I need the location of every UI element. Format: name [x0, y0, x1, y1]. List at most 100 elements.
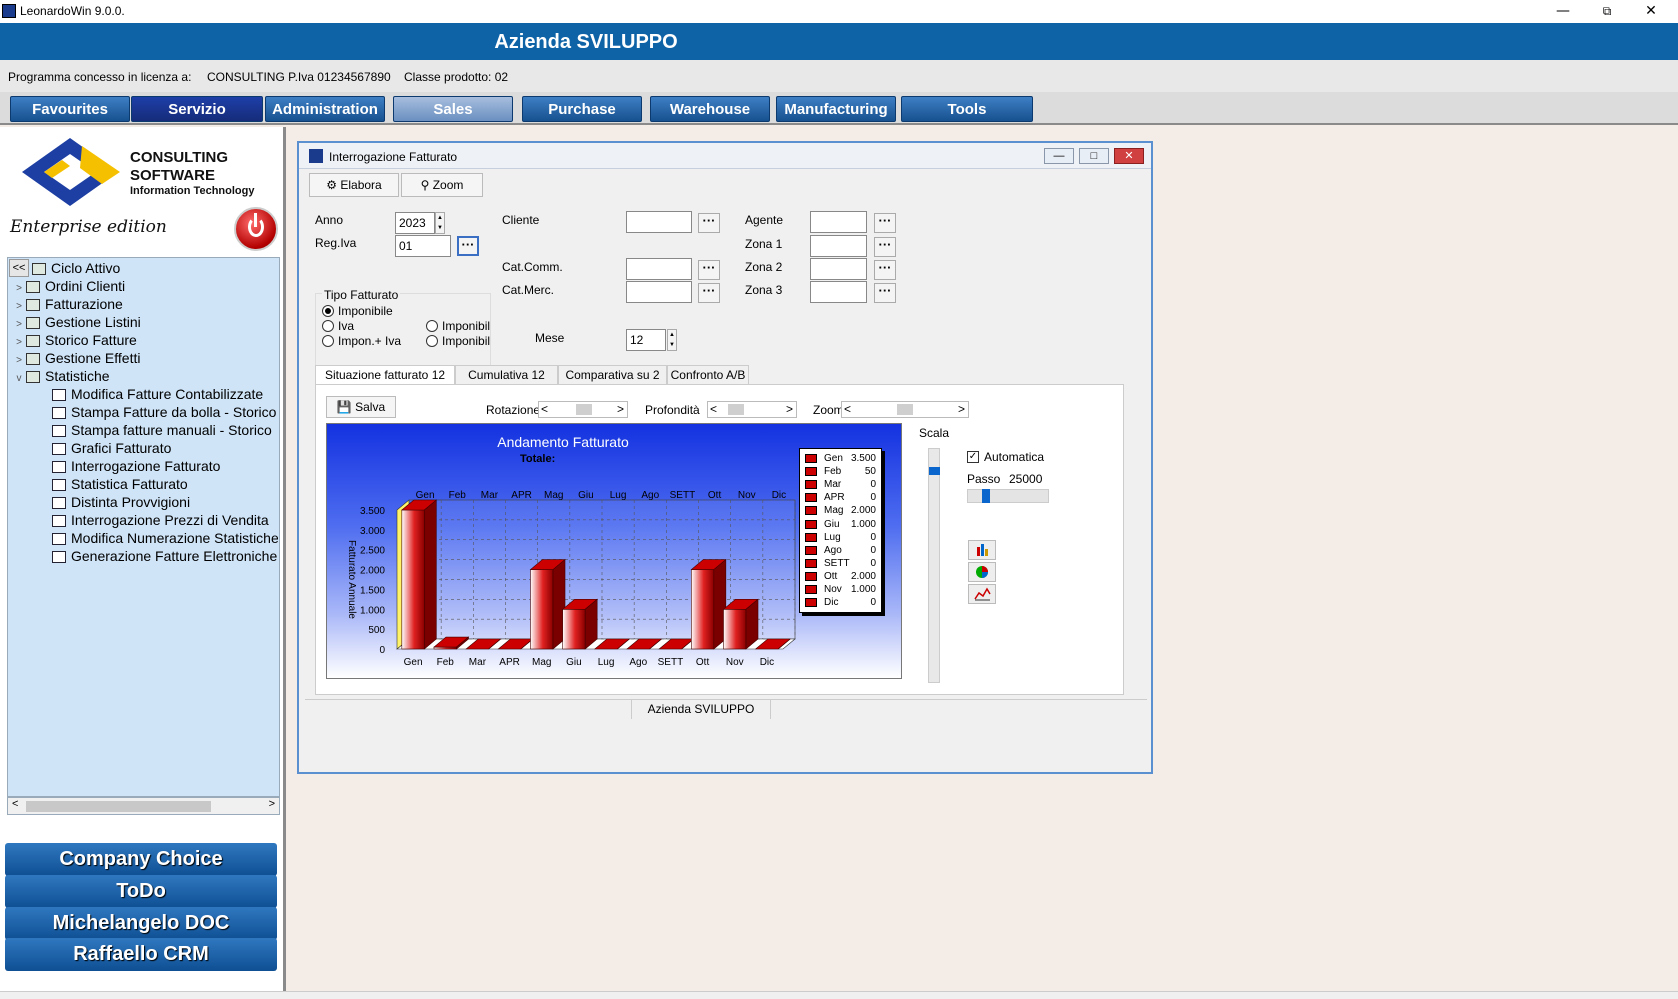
menu-purchase[interactable]: Purchase: [522, 96, 642, 122]
anno-field[interactable]: 2023: [395, 212, 435, 234]
tab-comparativa[interactable]: Comparativa su 2 anni: [558, 365, 667, 400]
agente-lookup-button[interactable]: ···: [874, 213, 896, 233]
radio-imponibile[interactable]: [322, 305, 334, 317]
zoom-thumb[interactable]: [897, 404, 913, 415]
rotazione-slider[interactable]: < >: [538, 401, 628, 418]
tree-node-ciclo-attivo[interactable]: Ciclo Attivo: [12, 259, 278, 277]
menu-sales[interactable]: Sales: [393, 96, 513, 122]
line-chart-button[interactable]: [968, 584, 996, 604]
scroll-thumb[interactable]: [26, 801, 211, 812]
catmerc-field[interactable]: [626, 281, 692, 303]
minimize-icon[interactable]: —: [1044, 148, 1074, 164]
radio-imponibil-2[interactable]: [426, 335, 438, 347]
restore-icon[interactable]: ⧉: [1592, 2, 1622, 20]
scroll-right-icon[interactable]: >: [269, 798, 275, 810]
catcomm-field[interactable]: [626, 258, 692, 280]
tree-leaf[interactable]: Statistica Fatturato: [12, 475, 278, 493]
minimize-icon[interactable]: —: [1548, 2, 1578, 20]
cliente-field[interactable]: [626, 211, 692, 233]
chevron-right-icon[interactable]: >: [12, 298, 26, 313]
regiva-lookup-button[interactable]: ···: [457, 236, 479, 256]
tree-node[interactable]: > Fatturazione: [12, 295, 278, 313]
chevron-right-icon[interactable]: >: [12, 280, 26, 295]
scroll-left-icon[interactable]: <: [12, 798, 18, 810]
close-icon[interactable]: ✕: [1636, 2, 1666, 20]
x-top-label: Ott: [708, 490, 722, 501]
profondita-slider[interactable]: < >: [707, 401, 797, 418]
zona2-lookup-button[interactable]: ···: [874, 260, 896, 280]
x-top-label: Nov: [738, 490, 756, 501]
scala-scrollbar[interactable]: [928, 448, 940, 683]
scala-thumb[interactable]: [929, 467, 940, 475]
menu-warehouse[interactable]: Warehouse: [650, 96, 770, 122]
tree-leaf[interactable]: Interrogazione Prezzi di Vendita: [12, 511, 278, 529]
tree-horizontal-scrollbar[interactable]: < >: [7, 797, 280, 815]
tree-leaf[interactable]: Modifica Fatture Contabilizzate: [12, 385, 278, 403]
arrow-right-icon[interactable]: >: [786, 402, 793, 416]
tree-leaf[interactable]: Stampa Fatture da bolla - Storico: [12, 403, 278, 421]
chevron-right-icon[interactable]: >: [12, 352, 26, 367]
chevron-right-icon[interactable]: >: [12, 334, 26, 349]
tree-leaf[interactable]: Modifica Numerazione Statistiche: [12, 529, 278, 547]
mese-field[interactable]: 12: [626, 329, 666, 351]
chevron-right-icon[interactable]: >: [12, 316, 26, 331]
radio-imponibil-1[interactable]: [426, 320, 438, 332]
arrow-right-icon[interactable]: >: [958, 402, 965, 416]
elabora-button[interactable]: ⚙ Elabora: [309, 173, 399, 197]
zona3-field[interactable]: [810, 281, 867, 303]
tree-leaf[interactable]: Interrogazione Fatturato: [12, 457, 278, 475]
menu-favourites[interactable]: Favourites: [10, 96, 130, 122]
tab-cumulativa[interactable]: Cumulativa 12 mesi: [455, 365, 558, 400]
menu-manufacturing[interactable]: Manufacturing: [776, 96, 896, 122]
arrow-right-icon[interactable]: >: [617, 402, 624, 416]
rotazione-thumb[interactable]: [576, 404, 592, 415]
chevron-down-icon[interactable]: v: [12, 370, 26, 385]
zona3-lookup-button[interactable]: ···: [874, 283, 896, 303]
radio-iva[interactable]: [322, 320, 334, 332]
menu-servizio[interactable]: Servizio: [131, 96, 263, 122]
menu-administration[interactable]: Administration: [265, 96, 385, 122]
regiva-field[interactable]: 01: [395, 235, 451, 257]
tab-confronto[interactable]: Confronto A/B: [667, 365, 749, 385]
arrow-left-icon[interactable]: <: [541, 402, 548, 416]
agente-field[interactable]: [810, 211, 867, 233]
profondita-thumb[interactable]: [728, 404, 744, 415]
restore-icon[interactable]: □: [1079, 148, 1109, 164]
salva-button[interactable]: 💾 Salva: [326, 396, 396, 418]
close-icon[interactable]: ✕: [1114, 148, 1144, 164]
raffaello-crm-button[interactable]: Raffaello CRM: [5, 938, 277, 971]
todo-button[interactable]: ToDo: [5, 875, 277, 908]
radio-impon-iva[interactable]: [322, 335, 334, 347]
michelangelo-doc-button[interactable]: Michelangelo DOC: [5, 907, 277, 940]
menu-tools[interactable]: Tools: [901, 96, 1033, 122]
tree-node[interactable]: > Gestione Effetti: [12, 349, 278, 367]
tree-node[interactable]: > Gestione Listini: [12, 313, 278, 331]
power-icon[interactable]: [234, 207, 278, 251]
anno-spinner[interactable]: ▲ ▼: [435, 212, 445, 234]
cliente-lookup-button[interactable]: ···: [698, 213, 720, 233]
passo-slider[interactable]: [967, 489, 1049, 503]
tree-node[interactable]: v Statistiche: [12, 367, 278, 385]
passo-thumb[interactable]: [982, 489, 990, 503]
tree-leaf[interactable]: Distinta Provvigioni: [12, 493, 278, 511]
zona1-lookup-button[interactable]: ···: [874, 237, 896, 257]
tree-node[interactable]: > Ordini Clienti: [12, 277, 278, 295]
zoom-button[interactable]: ⚲ Zoom: [401, 173, 483, 197]
company-choice-button[interactable]: Company Choice: [5, 843, 277, 876]
zoom-slider[interactable]: < >: [841, 401, 969, 418]
tree-leaf[interactable]: Generazione Fatture Elettroniche: [12, 547, 278, 565]
tab-situazione[interactable]: Situazione fatturato 12 mesi: [315, 365, 455, 400]
bar-chart-button[interactable]: [968, 540, 996, 560]
catcomm-lookup-button[interactable]: ···: [698, 260, 720, 280]
tree-leaf[interactable]: Grafici Fatturato: [12, 439, 278, 457]
zona2-field[interactable]: [810, 258, 867, 280]
automatica-checkbox[interactable]: ✓: [967, 451, 979, 463]
arrow-left-icon[interactable]: <: [710, 402, 717, 416]
catmerc-lookup-button[interactable]: ···: [698, 283, 720, 303]
pie-chart-button[interactable]: [968, 562, 996, 582]
zona1-field[interactable]: [810, 235, 867, 257]
arrow-left-icon[interactable]: <: [844, 402, 851, 416]
tree-leaf[interactable]: Stampa fatture manuali - Storico: [12, 421, 278, 439]
tree-node[interactable]: > Storico Fatture: [12, 331, 278, 349]
mese-spinner[interactable]: ▲ ▼: [667, 329, 677, 351]
